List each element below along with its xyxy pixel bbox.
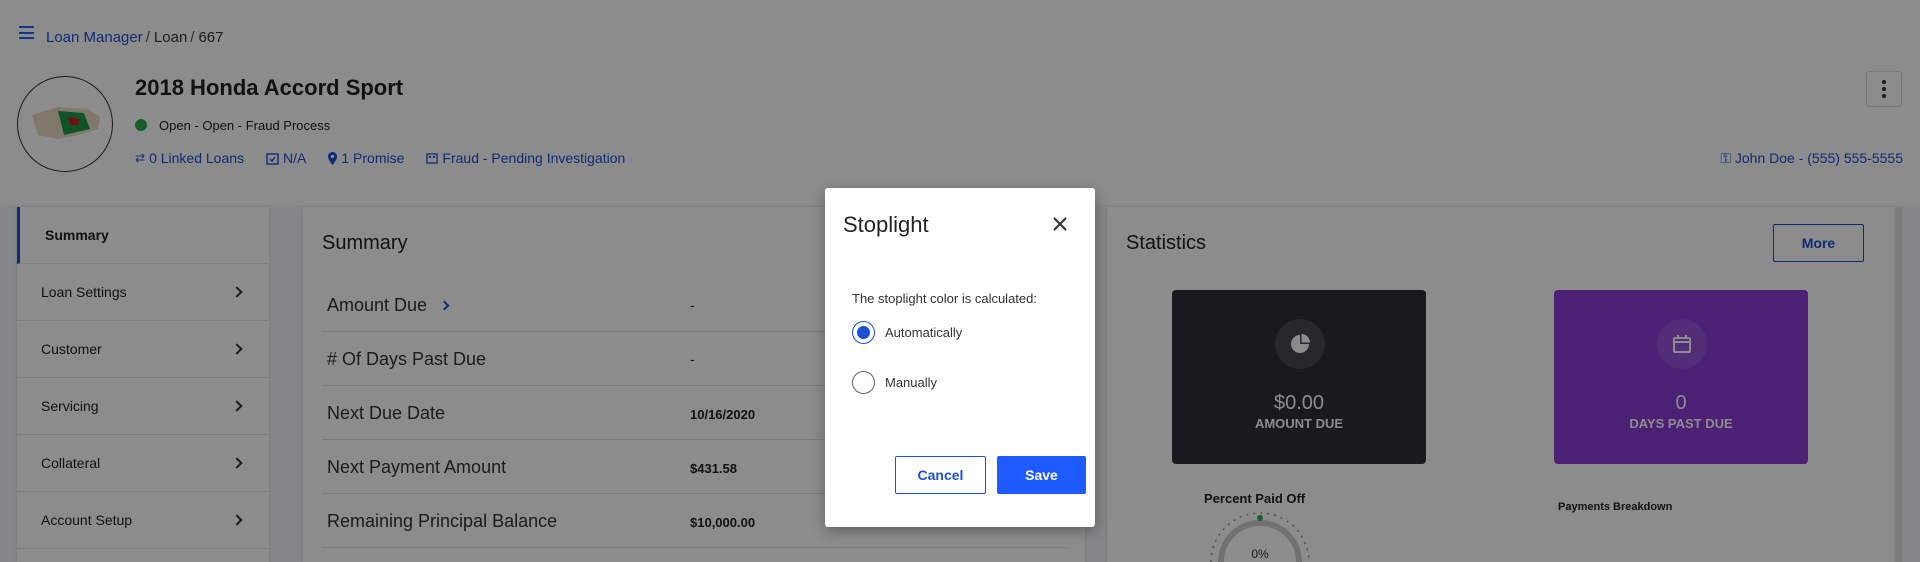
stoplight-dialog: Stoplight The stoplight color is calcula… [825,188,1095,527]
radio-automatically[interactable]: Automatically [852,321,962,344]
close-icon[interactable] [1050,214,1070,234]
page: Loan Manager / Loan/667 2018 Honda Accord … [0,0,1920,562]
dialog-prompt: The stoplight color is calculated: [852,291,1037,306]
radio-button[interactable] [852,321,875,344]
cancel-button[interactable]: Cancel [895,456,986,494]
save-button[interactable]: Save [997,456,1086,494]
radio-label: Manually [885,375,938,390]
radio-manually[interactable]: Manually [852,371,937,394]
dialog-title: Stoplight [843,212,929,237]
radio-label: Automatically [885,325,963,340]
radio-button[interactable] [852,371,875,394]
